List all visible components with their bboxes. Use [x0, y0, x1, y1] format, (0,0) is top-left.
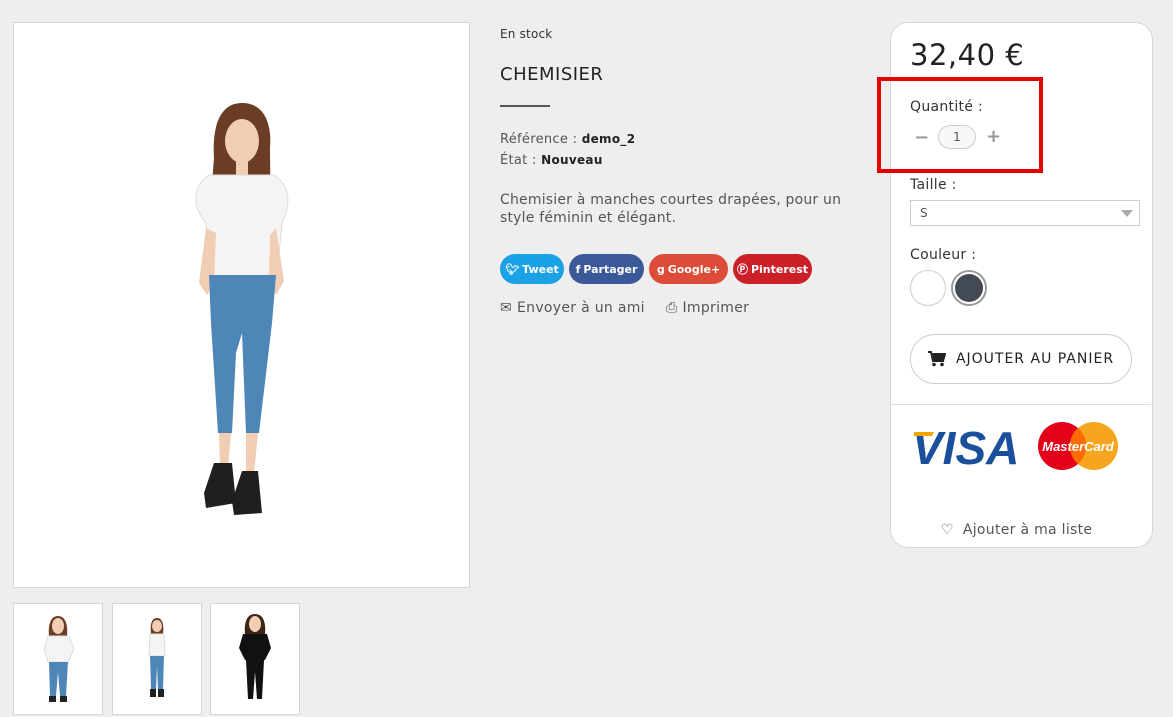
- print-label: Imprimer: [682, 300, 750, 316]
- tweet-button[interactable]: 🐦︎ Tweet: [500, 254, 564, 284]
- google-plus-icon: g: [656, 262, 665, 276]
- pinterest-label: Pinterest: [750, 262, 809, 276]
- visa-logo-text: VISA: [912, 422, 1019, 474]
- size-selected-value: S: [920, 206, 928, 220]
- title-divider: [500, 105, 550, 107]
- product-thumbnail-2[interactable]: [112, 603, 202, 715]
- facebook-icon: f: [575, 262, 581, 276]
- mastercard-logo: MasterCard: [1038, 422, 1118, 470]
- send-friend-label: Envoyer à un ami: [517, 300, 645, 316]
- chevron-down-icon: [1121, 210, 1133, 217]
- stock-status: En stock: [500, 27, 553, 41]
- pinterest-button[interactable]: Ⓟ Pinterest: [733, 254, 812, 284]
- add-to-wishlist-link[interactable]: ♡ Ajouter à ma liste: [941, 522, 1092, 538]
- panel-divider: [891, 404, 1151, 405]
- product-condition: État : Nouveau: [500, 153, 603, 168]
- facebook-share-button[interactable]: f Partager: [569, 254, 644, 284]
- mastercard-logo-text: MasterCard: [1042, 439, 1115, 454]
- condition-value: Nouveau: [541, 153, 603, 167]
- add-to-cart-label: AJOUTER AU PANIER: [955, 351, 1115, 367]
- visa-logo: VISA: [912, 422, 1019, 474]
- cart-icon: [927, 351, 946, 367]
- tweet-label: Tweet: [522, 262, 559, 276]
- wishlist-label: Ajouter à ma liste: [962, 522, 1093, 538]
- reference-value: demo_2: [581, 132, 636, 146]
- send-to-friend-link[interactable]: ✉ Envoyer à un ami: [500, 300, 645, 316]
- print-link[interactable]: ⎙ Imprimer: [666, 300, 749, 316]
- google-label: Google+: [667, 262, 721, 276]
- add-to-cart-button[interactable]: AJOUTER AU PANIER: [910, 334, 1132, 384]
- condition-label: État :: [500, 153, 537, 168]
- product-main-image[interactable]: [13, 22, 470, 588]
- quantity-highlight-box: [877, 77, 1043, 173]
- google-plus-button[interactable]: g Google+: [649, 254, 728, 284]
- heart-icon: ♡: [941, 522, 954, 538]
- color-swatch-dark-grey[interactable]: [951, 270, 987, 306]
- reference-label: Référence :: [500, 132, 578, 147]
- product-reference: Référence : demo_2: [500, 132, 635, 147]
- envelope-icon: ✉: [500, 300, 513, 316]
- product-price: 32,40 €: [910, 38, 1025, 72]
- product-title: CHEMISIER: [500, 64, 604, 85]
- facebook-label: Partager: [583, 262, 638, 276]
- twitter-icon: 🐦︎: [505, 262, 520, 276]
- color-swatch-white[interactable]: [910, 270, 946, 306]
- product-thumbnail-1[interactable]: [13, 603, 103, 715]
- size-select[interactable]: S: [910, 200, 1140, 226]
- printer-icon: ⎙: [666, 300, 678, 316]
- product-thumbnail-3[interactable]: [210, 603, 300, 715]
- size-label: Taille :: [910, 177, 957, 193]
- color-label: Couleur :: [910, 247, 977, 263]
- payment-logos: VISA MasterCard: [912, 422, 1118, 474]
- pinterest-icon: Ⓟ: [736, 263, 748, 276]
- product-description: Chemisier à manches courtes drapées, pou…: [500, 192, 842, 226]
